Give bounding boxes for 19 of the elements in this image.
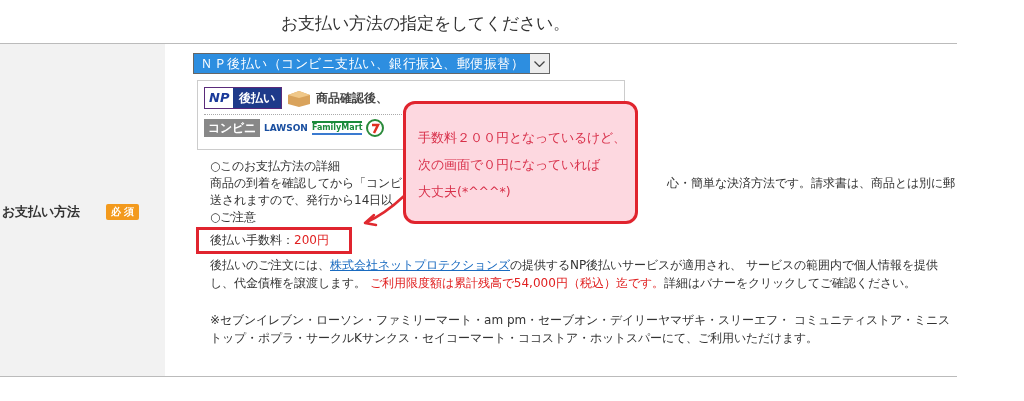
- details-text: 商品の到着を確認してから「コンビ: [210, 175, 402, 192]
- banner-text: 商品確認後、: [316, 89, 389, 107]
- fee-text: 後払い手数料：200円: [196, 227, 352, 254]
- stores-note: ※セブンイレブン・ローソン・ファミリーマート・am pm・セーブオン・デイリーヤマザキ・スリーエフ・ コミュニティストア・ミニストップ・ポプラ・サークルKサンクス・セイコーマート・ココストア・ホットスパーにて、ご利用いただけます。: [210, 312, 952, 347]
- notice-heading: ○ご注意: [210, 209, 257, 226]
- callout-text: 手数料２００円となっているけど、: [418, 129, 627, 147]
- store-logo: コンビニ: [204, 119, 260, 137]
- required-badge: 必 須: [106, 204, 140, 220]
- details-heading: ○このお支払方法の詳細: [210, 158, 341, 175]
- page-title: お支払い方法の指定をしてください。: [279, 12, 571, 35]
- callout-text: 大丈夫(*^^^*): [418, 183, 512, 201]
- field-label: お支払い方法: [2, 203, 80, 221]
- callout-text: 次の画面で０円になっていれば: [418, 156, 601, 174]
- notice-paragraph: 後払いのご注文には、株式会社ネットプロテクションズの提供するNP後払いサービスが適用され、 サービスの範囲内で個人情報を提供し、代金債権を譲渡します。 ご利用限度額は累計残高で54,000円（税込）迄です。詳細はバナーをクリックしてご確認ください。: [210, 257, 940, 292]
- details-text: 心・簡単な決済方法です。請求書は、商品とは別に郵: [667, 175, 955, 192]
- store-logo: FamilyMart: [311, 121, 363, 135]
- np-logo: NP 後払い: [204, 87, 283, 109]
- store-logo: LAWSON: [264, 122, 308, 135]
- details-text: 送されますので、発行から14日以: [210, 192, 394, 209]
